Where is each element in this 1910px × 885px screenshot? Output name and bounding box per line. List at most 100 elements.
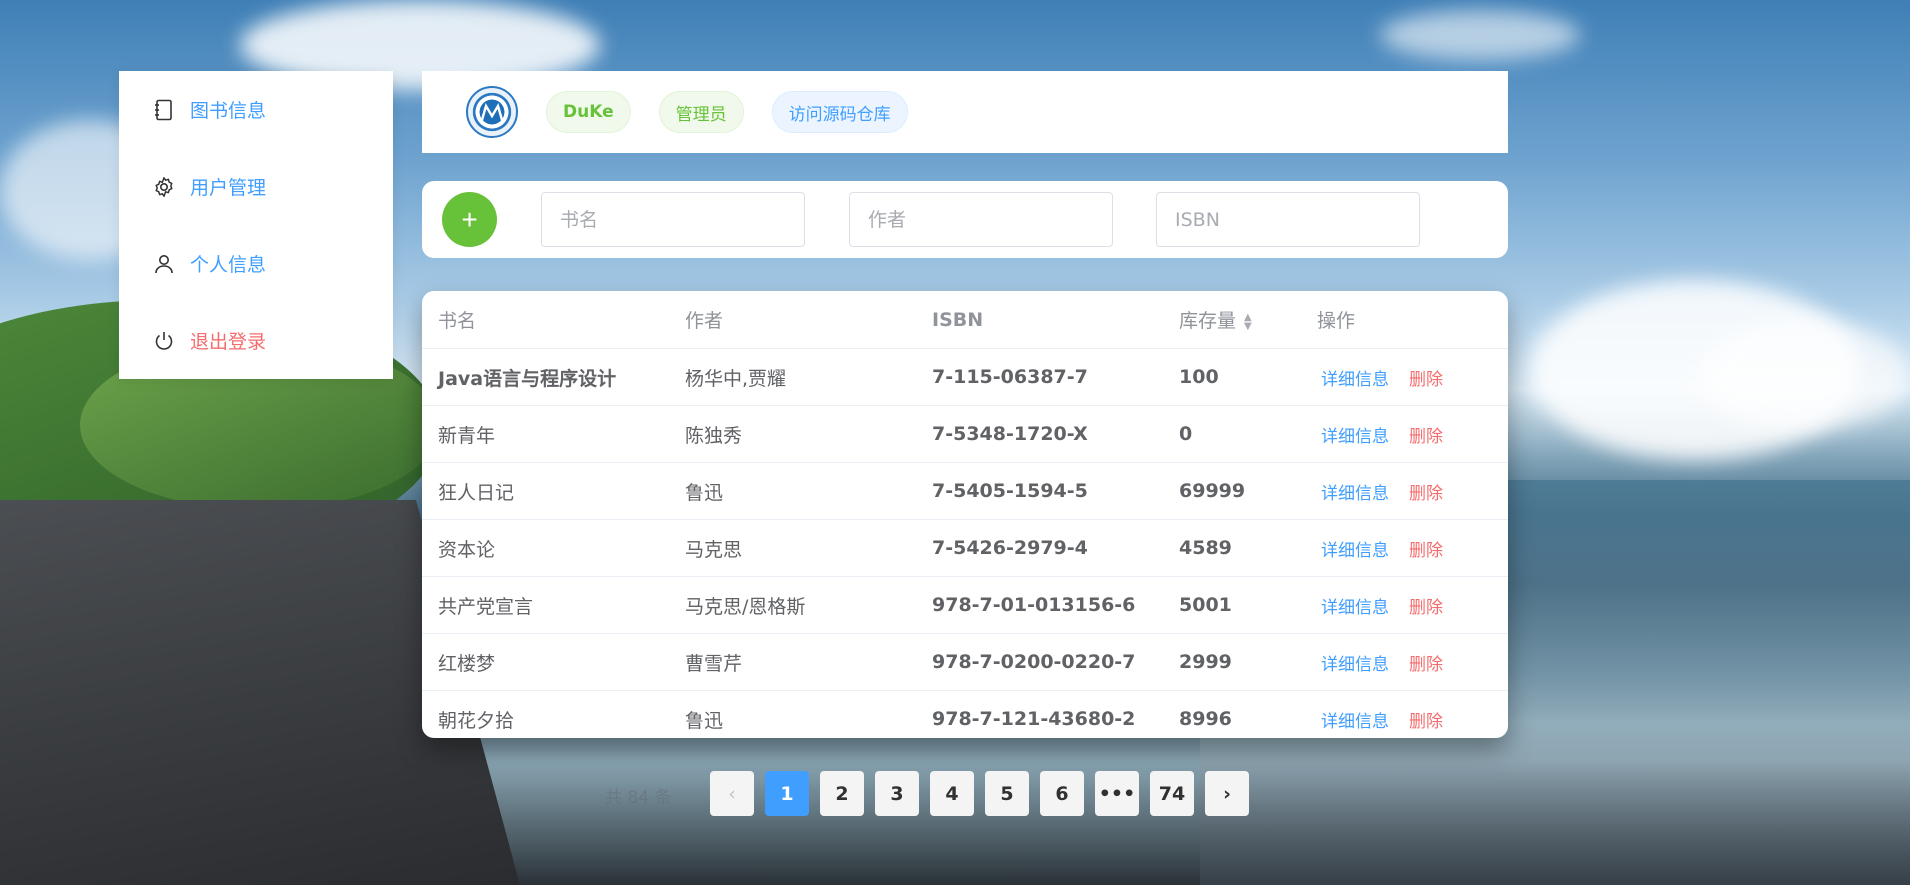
cell-actions: 详细信息 删除 — [1301, 519, 1508, 577]
page-button-1[interactable]: 1 — [765, 771, 809, 816]
next-page-button[interactable]: › — [1205, 771, 1249, 816]
page-button-2[interactable]: 2 — [820, 771, 864, 816]
cell-book-name: 共产党宣言 — [422, 576, 669, 634]
cell-book-name: 朝花夕拾 — [422, 690, 669, 738]
cell-author: 曹雪芹 — [669, 633, 916, 691]
delete-button[interactable]: 删除 — [1409, 712, 1443, 732]
author-search-input[interactable] — [849, 192, 1113, 247]
chevron-left-icon: ‹ — [728, 782, 736, 805]
cell-isbn: 7-5426-2979-4 — [916, 519, 1163, 577]
column-header-author: 作者 — [669, 291, 916, 349]
role-tag: 管理员 — [658, 91, 744, 133]
university-logo — [466, 86, 518, 138]
sidebar-item-label: 退出登录 — [190, 331, 267, 353]
sidebar-item-label: 图书信息 — [190, 100, 267, 122]
cell-author: 马克思 — [669, 519, 916, 577]
cell-isbn: 7-5348-1720-X — [916, 405, 1163, 463]
detail-button[interactable]: 详细信息 — [1321, 712, 1389, 732]
cell-stock: 100 — [1163, 348, 1301, 406]
sidebar-item-user-management[interactable]: 用户管理 — [119, 148, 393, 225]
repo-link-tag[interactable]: 访问源码仓库 — [771, 91, 908, 133]
page-button-5[interactable]: 5 — [985, 771, 1029, 816]
table-row: 共产党宣言 马克思/恩格斯 978-7-01-013156-6 5001 详细信… — [422, 576, 1508, 634]
cell-actions: 详细信息 删除 — [1301, 690, 1508, 738]
cell-isbn: 978-7-121-43680-2 — [916, 690, 1163, 738]
delete-button[interactable]: 删除 — [1409, 541, 1443, 561]
chevron-right-icon: › — [1223, 782, 1231, 805]
detail-button[interactable]: 详细信息 — [1321, 370, 1389, 390]
table-row: Java语言与程序设计 杨华中,贾耀 7-115-06387-7 100 详细信… — [422, 348, 1508, 406]
isbn-search-input[interactable] — [1156, 192, 1420, 247]
cell-book-name: 资本论 — [422, 519, 669, 577]
cell-stock: 5001 — [1163, 576, 1301, 634]
sidebar-item-personal-info[interactable]: 个人信息 — [119, 225, 393, 302]
delete-button[interactable]: 删除 — [1409, 598, 1443, 618]
cell-isbn: 7-115-06387-7 — [916, 348, 1163, 406]
page-ellipsis-button[interactable]: ••• — [1095, 771, 1139, 816]
sidebar-menu: 图书信息 用户管理 个人信息 退出登录 — [119, 71, 393, 379]
pagination-total: 共 84 条 — [605, 788, 672, 808]
cell-isbn: 7-5405-1594-5 — [916, 462, 1163, 520]
table-row: 新青年 陈独秀 7-5348-1720-X 0 详细信息 删除 — [422, 405, 1508, 463]
user-icon — [153, 253, 175, 275]
delete-button[interactable]: 删除 — [1409, 484, 1443, 504]
pagination: 共 84 条 ‹ 1 2 3 4 5 6 ••• 74 › — [0, 771, 1910, 816]
detail-button[interactable]: 详细信息 — [1321, 484, 1389, 504]
page-button-4[interactable]: 4 — [930, 771, 974, 816]
sidebar-item-label: 个人信息 — [190, 254, 267, 276]
delete-button[interactable]: 删除 — [1409, 370, 1443, 390]
detail-button[interactable]: 详细信息 — [1321, 541, 1389, 561]
cell-actions: 详细信息 删除 — [1301, 576, 1508, 634]
delete-button[interactable]: 删除 — [1409, 427, 1443, 447]
sidebar-item-book-info[interactable]: 图书信息 — [119, 71, 393, 148]
column-header-actions: 操作 — [1301, 291, 1508, 349]
cell-actions: 详细信息 删除 — [1301, 405, 1508, 463]
cell-isbn: 978-7-0200-0220-7 — [916, 633, 1163, 691]
prev-page-button[interactable]: ‹ — [710, 771, 754, 816]
notebook-icon — [153, 99, 175, 121]
cell-author: 鲁迅 — [669, 690, 916, 738]
cell-actions: 详细信息 删除 — [1301, 633, 1508, 691]
power-icon — [153, 330, 175, 352]
cell-author: 陈独秀 — [669, 405, 916, 463]
table-header-row: 书名 作者 ISBN 库存量 ▲ ▼ 操作 — [422, 291, 1508, 349]
cell-actions: 详细信息 删除 — [1301, 462, 1508, 520]
books-table: 书名 作者 ISBN 库存量 ▲ ▼ 操作 Java语言与程序设计 杨华中,贾耀 7… — [422, 291, 1508, 738]
cell-stock: 0 — [1163, 405, 1301, 463]
cell-stock: 4589 — [1163, 519, 1301, 577]
page-button-last[interactable]: 74 — [1150, 771, 1194, 816]
table-row: 资本论 马克思 7-5426-2979-4 4589 详细信息 删除 — [422, 519, 1508, 577]
cell-book-name: 红楼梦 — [422, 633, 669, 691]
table-row: 朝花夕拾 鲁迅 978-7-121-43680-2 8996 详细信息 删除 — [422, 690, 1508, 738]
books-table-container: 书名 作者 ISBN 库存量 ▲ ▼ 操作 Java语言与程序设计 杨华中,贾耀 7… — [422, 291, 1508, 738]
column-header-name: 书名 — [422, 291, 669, 349]
page-button-6[interactable]: 6 — [1040, 771, 1084, 816]
top-header: DuKe 管理员 访问源码仓库 — [422, 71, 1508, 153]
delete-button[interactable]: 删除 — [1409, 655, 1443, 675]
table-row: 红楼梦 曹雪芹 978-7-0200-0220-7 2999 详细信息 删除 — [422, 633, 1508, 691]
cell-book-name: 新青年 — [422, 405, 669, 463]
plus-icon: + — [461, 203, 478, 235]
detail-button[interactable]: 详细信息 — [1321, 598, 1389, 618]
cell-author: 鲁迅 — [669, 462, 916, 520]
user-tag: DuKe — [546, 91, 631, 133]
sidebar-item-label: 用户管理 — [190, 177, 267, 199]
column-header-stock[interactable]: 库存量 ▲ ▼ — [1163, 291, 1301, 349]
search-bar: + — [422, 181, 1508, 258]
cell-stock: 2999 — [1163, 633, 1301, 691]
cell-isbn: 978-7-01-013156-6 — [916, 576, 1163, 634]
page-button-3[interactable]: 3 — [875, 771, 919, 816]
detail-button[interactable]: 详细信息 — [1321, 427, 1389, 447]
cell-stock: 69999 — [1163, 462, 1301, 520]
cell-book-name: 狂人日记 — [422, 462, 669, 520]
cell-book-name: Java语言与程序设计 — [422, 348, 669, 406]
book-name-search-input[interactable] — [541, 192, 805, 247]
detail-button[interactable]: 详细信息 — [1321, 655, 1389, 675]
sort-caret-icon[interactable]: ▲ ▼ — [1244, 312, 1252, 331]
gear-icon — [153, 176, 175, 198]
column-header-isbn: ISBN — [916, 291, 1163, 349]
cell-stock: 8996 — [1163, 690, 1301, 738]
cell-author: 马克思/恩格斯 — [669, 576, 916, 634]
sidebar-item-logout[interactable]: 退出登录 — [119, 302, 393, 379]
add-book-button[interactable]: + — [442, 192, 497, 247]
